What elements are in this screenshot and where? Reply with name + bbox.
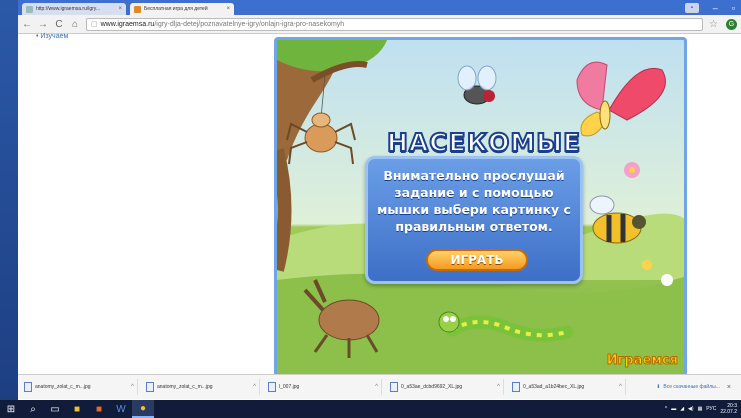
download-filename: 0_a53ae_dcbd9692_XL.jpg bbox=[401, 384, 463, 390]
game-favicon-icon bbox=[134, 5, 141, 13]
desktop: http://www.igraemsa.ru/igry... × Бесплат… bbox=[0, 0, 741, 418]
site-logo[interactable]: Играемся bbox=[606, 353, 678, 369]
system-tray: ^ ▬ ◢ ◀) ▦ РУС 20:3 22.07.2 bbox=[665, 403, 741, 415]
chevron-up-icon[interactable]: ^ bbox=[375, 384, 378, 390]
file-explorer-icon[interactable]: ■ bbox=[66, 400, 88, 418]
clock-date: 22.07.2 bbox=[720, 409, 737, 415]
chevron-up-icon[interactable]: ^ bbox=[619, 384, 622, 390]
instruction-text: Внимательно прослушай задание и с помощь… bbox=[374, 167, 574, 235]
extension-icon[interactable]: G bbox=[726, 18, 737, 30]
bee-icon bbox=[589, 195, 646, 244]
download-item[interactable]: anatomy_zolat_c_m...jpg ^ bbox=[146, 379, 260, 395]
download-filename: anatomy_zolat_c_m...jpg bbox=[157, 384, 213, 390]
page-content: • Изучаем НАСЕКОМЫЕ Внимательно прослуша… bbox=[18, 33, 741, 377]
chrome-icon[interactable]: ● bbox=[132, 400, 154, 418]
back-icon[interactable]: ← bbox=[22, 19, 32, 30]
download-arrow-icon: ⬇ bbox=[656, 384, 661, 390]
game-title: НАСЕКОМЫЕ bbox=[386, 127, 582, 158]
page-favicon-icon bbox=[26, 5, 33, 13]
game-frame[interactable]: НАСЕКОМЫЕ Внимательно прослушай задание … bbox=[274, 37, 687, 377]
volume-icon[interactable]: ◀) bbox=[688, 406, 694, 412]
bookmark-star-icon[interactable]: ☆ bbox=[709, 19, 718, 30]
fly-icon bbox=[457, 65, 497, 105]
close-icon[interactable]: × bbox=[727, 384, 731, 391]
side-link[interactable]: • Изучаем bbox=[36, 33, 68, 40]
taskbar: ⊞ ⌕ ▭ ■ ■ W ● ^ ▬ ◢ ◀) ▦ РУС 20:3 22.07.… bbox=[0, 400, 741, 418]
image-file-icon bbox=[146, 382, 154, 392]
page-info-icon[interactable]: ▢ bbox=[91, 20, 98, 28]
tab-2-active[interactable]: Бесплатная игра для детей × bbox=[130, 3, 234, 15]
download-filename: l_007.jpg bbox=[279, 384, 300, 390]
tab-1[interactable]: http://www.igraemsa.ru/igry... × bbox=[22, 3, 126, 15]
desktop-edge bbox=[0, 0, 18, 418]
close-tab-icon[interactable]: × bbox=[226, 6, 230, 12]
home-icon[interactable]: ⌂ bbox=[70, 19, 80, 30]
windows-start-icon[interactable]: ⊞ bbox=[0, 400, 22, 418]
tab-bar: http://www.igraemsa.ru/igry... × Бесплат… bbox=[18, 0, 741, 15]
download-filename: 0_a53ad_a1b24bec_XL.jpg bbox=[523, 384, 585, 390]
chevron-up-icon[interactable]: ^ bbox=[253, 384, 256, 390]
image-file-icon bbox=[512, 382, 520, 392]
task-view-icon[interactable]: ▭ bbox=[44, 400, 66, 418]
image-file-icon bbox=[390, 382, 398, 392]
forward-icon[interactable]: → bbox=[38, 19, 48, 30]
url-host: www.igraemsa.ru bbox=[100, 20, 155, 28]
downloads-bar: anatomy_zolat_c_m...jpg ^ anatomy_zolat_… bbox=[18, 374, 741, 399]
photos-app-icon[interactable]: ■ bbox=[88, 400, 110, 418]
address-bar[interactable]: ▢ www.igraemsa.ru /igry-dlja-detej/pozna… bbox=[86, 17, 704, 31]
reload-icon[interactable]: C bbox=[54, 19, 64, 30]
keyboard-icon[interactable]: ▦ bbox=[698, 406, 703, 412]
tab-title: Бесплатная игра для детей bbox=[144, 6, 208, 12]
download-filename: anatomy_zolat_c_m...jpg bbox=[35, 384, 91, 390]
browser-window: http://www.igraemsa.ru/igry... × Бесплат… bbox=[18, 0, 741, 400]
image-file-icon bbox=[268, 382, 276, 392]
maximize-icon[interactable]: ▫ bbox=[732, 3, 735, 13]
signal-icon[interactable]: ◢ bbox=[680, 406, 684, 412]
download-item[interactable]: 0_a53ad_a1b24bec_XL.jpg ^ bbox=[512, 379, 626, 395]
instruction-line: задание и с помощью bbox=[394, 185, 554, 200]
butterfly-icon bbox=[576, 61, 666, 137]
browser-toolbar: ← → C ⌂ ▢ www.igraemsa.ru /igry-dlja-det… bbox=[18, 15, 741, 34]
show-all-link[interactable]: Все скачанные файлы... bbox=[663, 384, 720, 390]
download-item[interactable]: 0_a53ae_dcbd9692_XL.jpg ^ bbox=[390, 379, 504, 395]
show-all-downloads[interactable]: ⬇ Все скачанные файлы... × bbox=[656, 384, 741, 391]
tab-title: http://www.igraemsa.ru/igry... bbox=[36, 6, 101, 12]
minimize-icon[interactable]: – bbox=[713, 3, 718, 13]
play-button[interactable]: ИГРАТЬ bbox=[426, 249, 528, 271]
search-icon[interactable]: ⌕ bbox=[22, 400, 44, 418]
chevron-up-icon[interactable]: ^ bbox=[497, 384, 500, 390]
close-tab-icon[interactable]: × bbox=[118, 6, 122, 12]
instruction-line: Внимательно прослушай bbox=[383, 168, 565, 183]
image-file-icon bbox=[24, 382, 32, 392]
instruction-line: правильным ответом. bbox=[395, 219, 553, 234]
url-path: /igry-dlja-detej/poznavatelnye-igry/onla… bbox=[154, 20, 345, 28]
language-indicator[interactable]: РУС bbox=[706, 406, 716, 412]
instruction-dialog: Внимательно прослушай задание и с помощь… bbox=[365, 156, 583, 284]
instruction-line: мышки выбери картинку с bbox=[377, 202, 571, 217]
chevron-up-icon[interactable]: ^ bbox=[665, 406, 667, 412]
window-controls: ▪ – ▫ bbox=[684, 0, 741, 15]
profile-icon[interactable]: ▪ bbox=[684, 2, 699, 13]
chevron-up-icon[interactable]: ^ bbox=[131, 384, 134, 390]
clock[interactable]: 20:3 22.07.2 bbox=[720, 403, 737, 415]
download-item[interactable]: anatomy_zolat_c_m...jpg ^ bbox=[24, 379, 138, 395]
download-item[interactable]: l_007.jpg ^ bbox=[268, 379, 382, 395]
network-icon[interactable]: ▬ bbox=[671, 406, 676, 412]
word-icon[interactable]: W bbox=[110, 400, 132, 418]
